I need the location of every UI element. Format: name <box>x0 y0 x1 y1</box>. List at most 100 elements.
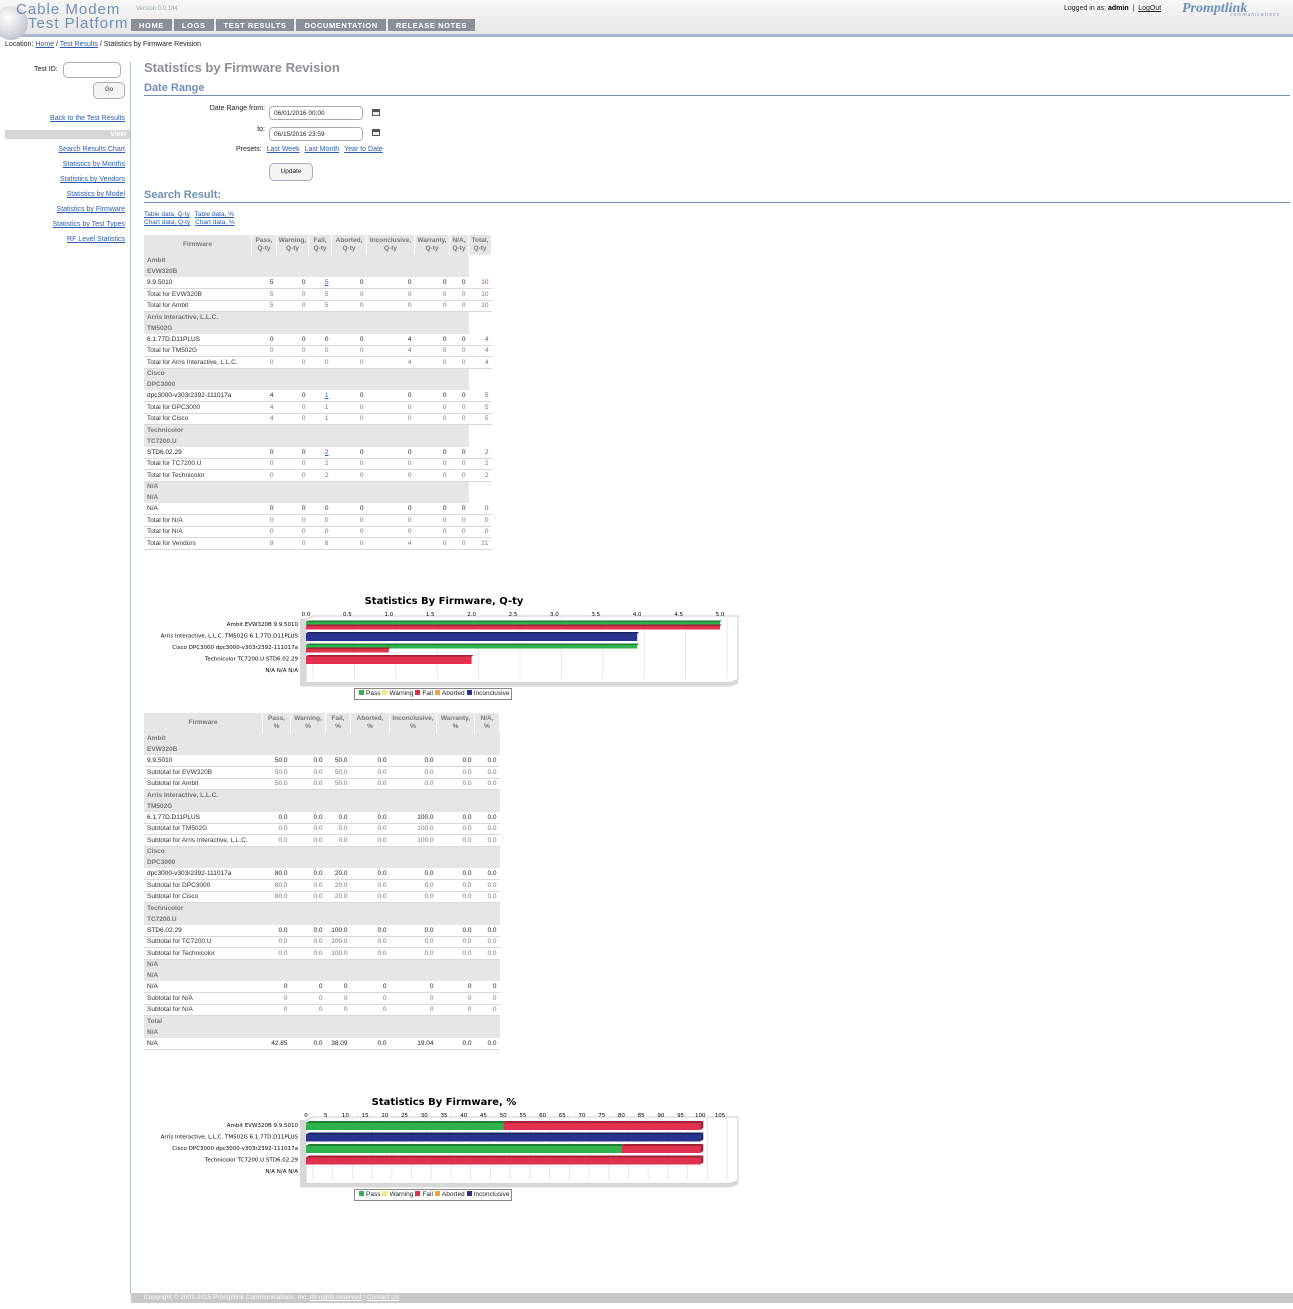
bar-segment-inconclusive <box>306 1134 701 1142</box>
table-row: 9.9.5010 5 0 5 0 0 0 0 10 <box>144 277 492 289</box>
qty-chart-legend: Pass Warning Fail Aborted Inconclusive <box>354 688 513 700</box>
group-cell <box>331 435 367 447</box>
sidebar-link-statistics-by-vendors[interactable]: Statistics by Vendors <box>60 176 125 183</box>
group-cell <box>331 311 367 323</box>
group-header-row: EVW320B <box>144 266 492 277</box>
row-label: TM502G <box>144 322 252 334</box>
value-cell: 0.0 <box>350 755 390 767</box>
fail-count-link[interactable]: 2 <box>308 446 332 459</box>
group-cell <box>389 1015 437 1027</box>
column-header-text: Inconclusive, <box>392 715 434 722</box>
breadcrumb-test-results[interactable]: Test Results <box>60 41 98 48</box>
subtotal-row: Subtotal for TC7200.U 0.0 0.0 100.0 0.0 0.0 0.… <box>144 936 500 948</box>
bar-top <box>306 1132 704 1135</box>
fail-count-link[interactable]: 5 <box>308 277 332 289</box>
value-cell: 4 <box>366 537 415 550</box>
sidebar-link-statistics-by-test-types[interactable]: Statistics by Test Types <box>53 221 126 228</box>
value-cell: 0 <box>276 277 309 289</box>
preset-last-week[interactable]: Last Week <box>267 146 300 153</box>
footer-contact-link[interactable]: Contact Us <box>367 1294 399 1301</box>
bar-top <box>306 1144 625 1146</box>
nav-documentation[interactable]: DOCUMENTATION <box>296 19 386 31</box>
logout-link[interactable]: LogOut <box>1138 5 1161 12</box>
group-cell <box>290 959 326 970</box>
legend-label: Aborted <box>441 690 465 697</box>
footer-rights-link[interactable]: All rights reserved <box>310 1294 362 1301</box>
group-cell <box>276 492 309 503</box>
breadcrumb-home[interactable]: Home <box>35 41 54 48</box>
subtotal-row: Subtotal for Ambit 50.0 0.0 50.0 0.0 0.0 0.0 0.… <box>144 778 500 790</box>
nav-logs[interactable]: LOGS <box>173 19 214 31</box>
column-header-text: Firmware <box>183 241 212 248</box>
sidebar-link-search-results-chart[interactable]: Search Results Chart <box>58 146 125 153</box>
value-cell: 0.0 <box>436 755 475 767</box>
table-data-qty-link[interactable]: Table data, Q-ty <box>144 211 190 218</box>
group-cell <box>350 800 390 812</box>
calendar-icon[interactable] <box>372 129 380 136</box>
date-from-input[interactable]: 06/01/2016 00:00 <box>269 106 363 120</box>
column-header-text: % <box>452 723 459 730</box>
column-header: Warning,% <box>290 713 326 733</box>
calendar-icon[interactable] <box>372 109 380 116</box>
value-cell: 0 <box>290 981 326 993</box>
value-cell: 5 <box>251 300 277 312</box>
value-cell: 0 <box>331 446 367 459</box>
row-label: Subtotal for Arris Interactive, L.L.C. <box>144 834 263 847</box>
value-cell: 0 <box>414 333 450 346</box>
row-label: 6.1.77D.D11PLUS <box>144 811 263 824</box>
chart-data-qty-link[interactable]: Chart data, Q-ty <box>144 219 190 226</box>
fail-count-link[interactable]: 1 <box>308 390 332 402</box>
legend-label: Pass <box>366 1191 381 1198</box>
value-cell: 80.0 <box>262 868 291 880</box>
nav-release-notes[interactable]: RELEASE NOTES <box>387 19 475 31</box>
preset-year-to-date[interactable]: Year to Date <box>344 146 383 153</box>
value-cell: 0 <box>414 300 450 312</box>
plot-wall <box>300 1120 306 1188</box>
value-cell: 0.0 <box>290 755 326 767</box>
go-button[interactable]: Go <box>93 82 125 99</box>
sidebar-link-statistics-by-months[interactable]: Statistics by Months <box>63 161 125 168</box>
value-cell: 0.0 <box>350 1037 390 1050</box>
row-label: TM502G <box>144 800 263 812</box>
x-tick-label: 1.5 <box>426 612 435 618</box>
row-label: N/A <box>144 1026 263 1038</box>
sidebar-link-rf-level-statistics[interactable]: RF Level Statistics <box>67 236 125 243</box>
row-label: Subtotal for N/A <box>144 992 263 1005</box>
group-cell <box>468 492 492 503</box>
group-cell <box>474 913 500 925</box>
group-cell <box>290 789 326 801</box>
value-cell: 0 <box>414 458 450 470</box>
nav-test-results[interactable]: TEST RESULTS <box>215 19 295 31</box>
preset-last-month[interactable]: Last Month <box>305 146 340 153</box>
row-label: N/A <box>144 959 263 970</box>
table-data-pct-link[interactable]: Table data, % <box>195 211 234 218</box>
bar-fail <box>306 649 389 653</box>
value-cell: 9 <box>251 537 277 550</box>
sidebar-link-statistics-by-model[interactable]: Statistics by Model <box>67 191 125 198</box>
x-tick-label: 15 <box>362 1113 369 1119</box>
legend-swatch <box>415 1191 421 1196</box>
legend-label: Pass <box>366 690 381 697</box>
chart-data-pct-link[interactable]: Chart data, % <box>195 219 235 226</box>
breadcrumb-prefix: Location: <box>5 41 34 48</box>
value-cell: 0 <box>290 992 326 1005</box>
update-button[interactable]: Update <box>269 163 313 181</box>
group-cell <box>331 492 367 503</box>
back-to-test-results-link[interactable]: Back to the Test Results <box>50 115 125 122</box>
group-header-row: TC7200.U <box>144 913 500 925</box>
group-cell <box>449 435 469 447</box>
date-to-input[interactable]: 06/15/2016 23:59 <box>269 127 363 141</box>
test-id-input[interactable] <box>63 62 121 78</box>
value-cell: 0 <box>414 345 450 357</box>
value-cell: 0 <box>449 503 469 515</box>
column-header-text: Pass, <box>268 715 285 722</box>
value-cell: 4 <box>251 401 277 414</box>
group-cell <box>468 379 492 390</box>
nav-home[interactable]: HOME <box>131 19 172 31</box>
column-header-text: Warning, <box>278 237 307 244</box>
bar-fail <box>306 626 720 630</box>
sidebar-link-statistics-by-firmware[interactable]: Statistics by Firmware <box>57 206 125 213</box>
value-cell: 80.0 <box>262 879 291 892</box>
value-cell: 0.0 <box>290 879 326 892</box>
value-cell: 0.0 <box>474 766 500 779</box>
